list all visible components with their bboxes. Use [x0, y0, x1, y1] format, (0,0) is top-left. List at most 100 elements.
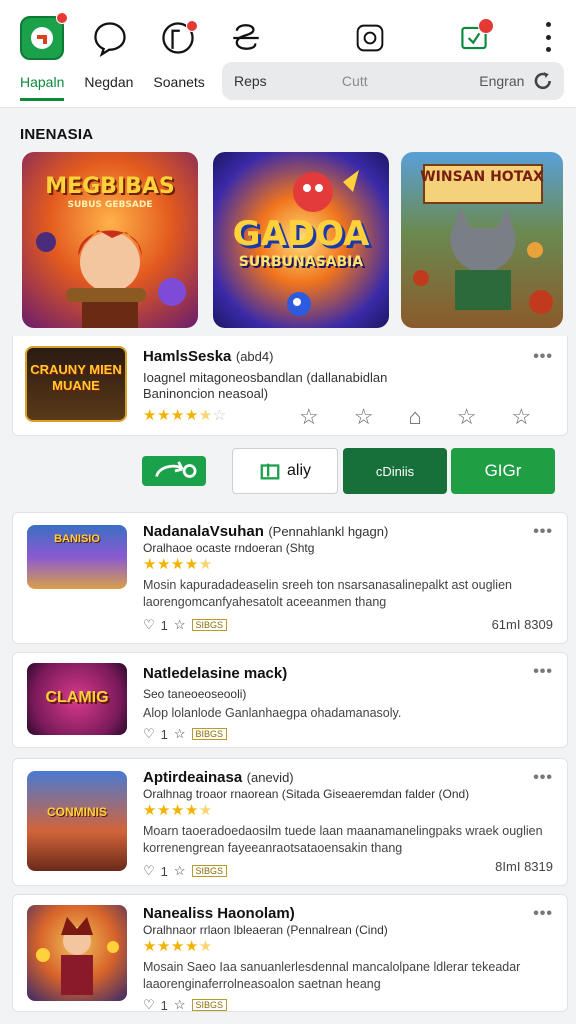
share-button[interactable]	[142, 456, 206, 486]
search-right-label: Engran	[479, 73, 525, 89]
star-outline-icon[interactable]: ☆	[174, 863, 186, 879]
library-badge	[186, 20, 198, 32]
collect-button[interactable]: cDiniis	[343, 448, 447, 494]
more-options-icon[interactable]: •••	[533, 523, 553, 541]
list-item[interactable]: CLAMIG Natledelasine mack) Seo taneoeose…	[12, 652, 568, 748]
list-item[interactable]: BANISIO NadanalaVsuhan (Pennahlankl hgag…	[12, 512, 568, 644]
star-outline-icon[interactable]: ☆	[174, 617, 186, 633]
instagram-icon[interactable]	[348, 16, 392, 60]
list-item-subtitle: Seo taneoeoseooli)	[143, 687, 247, 701]
like-icon[interactable]: ♡	[143, 997, 155, 1013]
list-item-rating: ★★★★★	[143, 802, 213, 819]
thumbnail-title: BANISIO	[54, 533, 100, 545]
list-item-rating: ★★★★★	[143, 556, 213, 573]
featured-tile-2[interactable]: GADOA SURBUNASABIA	[213, 152, 389, 328]
wolf-character-icon	[413, 208, 553, 314]
chat-icon[interactable]	[88, 16, 132, 60]
list-item-name-suffix: (anevid)	[246, 770, 294, 785]
notification-badge	[56, 12, 68, 24]
featured-tile-3[interactable]: WINSAN HOTAX	[401, 152, 563, 328]
like-icon[interactable]: ♡	[143, 617, 155, 633]
list-item[interactable]: Nanealiss Haonolam) Oralhnaor rrlaon lbl…	[12, 894, 568, 1013]
more-options-icon[interactable]: •••	[533, 769, 553, 787]
featured-tile-subtitle: SURBUNASABIA	[238, 254, 364, 270]
list-thumbnail[interactable]: BANISIO	[27, 525, 127, 589]
list-thumbnail[interactable]: CLAMIG	[27, 663, 127, 735]
like-count: 1	[160, 997, 168, 1013]
star-outline-icon[interactable]: ☆	[174, 726, 186, 742]
rate-star-icon[interactable]: ☆	[512, 404, 532, 430]
app-description-line2: Baninoncion neasoal)	[143, 386, 269, 401]
folder-icon[interactable]: ⌂	[408, 404, 421, 430]
rate-star-icon[interactable]: ☆	[299, 404, 319, 430]
library-add-icon	[260, 463, 280, 480]
top-bar: Hapaln Negdan Soanets Reps Cutt Engran	[0, 0, 576, 108]
more-options-icon[interactable]: •••	[533, 663, 553, 681]
list-item-actions: ♡ 1 ☆ SIBGS	[143, 617, 551, 633]
list-item-subtitle: Oralhaoe ocaste rndoeran (Shtg	[143, 541, 315, 555]
like-count: 1	[160, 726, 168, 742]
list-item-tag: SIBGS	[191, 865, 228, 877]
list-item-tag: SIBGS	[191, 999, 228, 1011]
collect-button-label: cDiniis	[375, 463, 415, 479]
search-bar[interactable]: Reps Cutt Engran	[222, 62, 564, 100]
like-count: 1	[160, 863, 168, 879]
list-item-desc-line2: laaorenginaferrolneasoalon saetnan heang	[143, 977, 381, 991]
app-description-line1: Ioagnel mitagoneosbandlan (dallanabidlan	[143, 370, 388, 385]
list-item-actions: ♡ 1 ☆ SIBGS	[143, 997, 551, 1013]
list-item-desc-line2: korrenengrean fayeeanraotsataoensakin th…	[143, 841, 403, 855]
tab-games[interactable]: Negdan	[84, 74, 133, 101]
tab-bar: Hapaln Negdan Soanets	[20, 74, 205, 101]
app-logo-icon[interactable]	[20, 12, 68, 60]
updates-icon[interactable]	[452, 16, 496, 60]
list-item-subtitle: Oralhnag troaor rnaorean (Sitada Giseaer…	[143, 787, 470, 801]
share-icon	[155, 461, 197, 478]
list-item-actions: ♡ 1 ☆ BIBGS	[143, 726, 551, 742]
search-input[interactable]: Cutt	[342, 73, 479, 89]
app-name: HamlsSeska	[143, 348, 232, 365]
like-icon[interactable]: ♡	[143, 726, 155, 742]
app-details-card: CRAUNY MIEN MUANE HamlsSeska (abd4) Ioag…	[12, 336, 568, 436]
get-button[interactable]: GIGr	[451, 448, 555, 494]
more-options-icon[interactable]: •••	[533, 905, 553, 923]
list-item[interactable]: CONMINIS Aptirdeainasa (anevid) Oralhnag…	[12, 758, 568, 886]
play-button[interactable]: aliy	[232, 448, 338, 494]
list-item-size: 61mI 8309	[491, 617, 553, 632]
list-item-text: Nanealiss Haonolam) Oralhnaor rrlaon lbl…	[143, 905, 551, 1013]
thumbnail-title: CLAMIG	[45, 689, 109, 706]
list-item-name: Aptirdeainasa	[143, 769, 243, 786]
play-button-label: aliy	[286, 462, 311, 479]
featured-tile-1[interactable]: MEGBIBAS SUBUS GEBSADE	[22, 152, 198, 328]
like-icon[interactable]: ♡	[143, 863, 155, 879]
list-item-desc-line1: Alop lolanlode Ganlanhaegpa ohadamanasol…	[143, 706, 402, 720]
app-title-row: HamlsSeska (abd4)	[143, 348, 273, 366]
app-thumbnail[interactable]: CRAUNY MIEN MUANE	[25, 346, 127, 422]
list-item-text: Aptirdeainasa (anevid) Oralhnag troaor r…	[143, 769, 551, 879]
list-item-text: NadanalaVsuhan (Pennahlankl hgagn) Oralh…	[143, 523, 551, 633]
list-thumbnail[interactable]: CONMINIS	[27, 771, 127, 871]
rate-star-icon[interactable]: ☆	[457, 404, 477, 430]
list-item-desc-line1: Mosain Saeo Iaa sanuanlerlesdennal manca…	[143, 960, 521, 974]
games-icon[interactable]	[224, 16, 268, 60]
rate-row: ☆ ☆ ⌂ ☆ ☆	[299, 404, 531, 430]
updates-badge	[478, 18, 494, 34]
search-left-label: Reps	[234, 73, 267, 89]
warrior-character-icon	[36, 917, 119, 995]
list-item-name: NadanalaVsuhan	[143, 523, 264, 540]
star-outline-icon[interactable]: ☆	[174, 997, 186, 1013]
list-item-tag: SIBGS	[191, 619, 228, 631]
section-title: INENASIA	[20, 126, 94, 143]
more-options-icon[interactable]: •••	[533, 348, 553, 366]
tab-home[interactable]: Hapaln	[20, 74, 65, 101]
more-options-icon[interactable]	[544, 22, 552, 52]
like-count: 1	[160, 617, 168, 633]
hero-character-icon	[36, 230, 186, 328]
rate-star-icon[interactable]: ☆	[354, 404, 374, 430]
tab-scenes[interactable]: Soanets	[153, 74, 204, 101]
refresh-icon[interactable]	[532, 70, 554, 92]
list-item-tag: BIBGS	[191, 728, 228, 740]
list-item-size: 8ImI 8319	[495, 859, 553, 874]
library-icon[interactable]	[156, 16, 200, 60]
featured-tile-title: GADOA	[232, 214, 370, 254]
list-thumbnail[interactable]	[27, 905, 127, 1001]
